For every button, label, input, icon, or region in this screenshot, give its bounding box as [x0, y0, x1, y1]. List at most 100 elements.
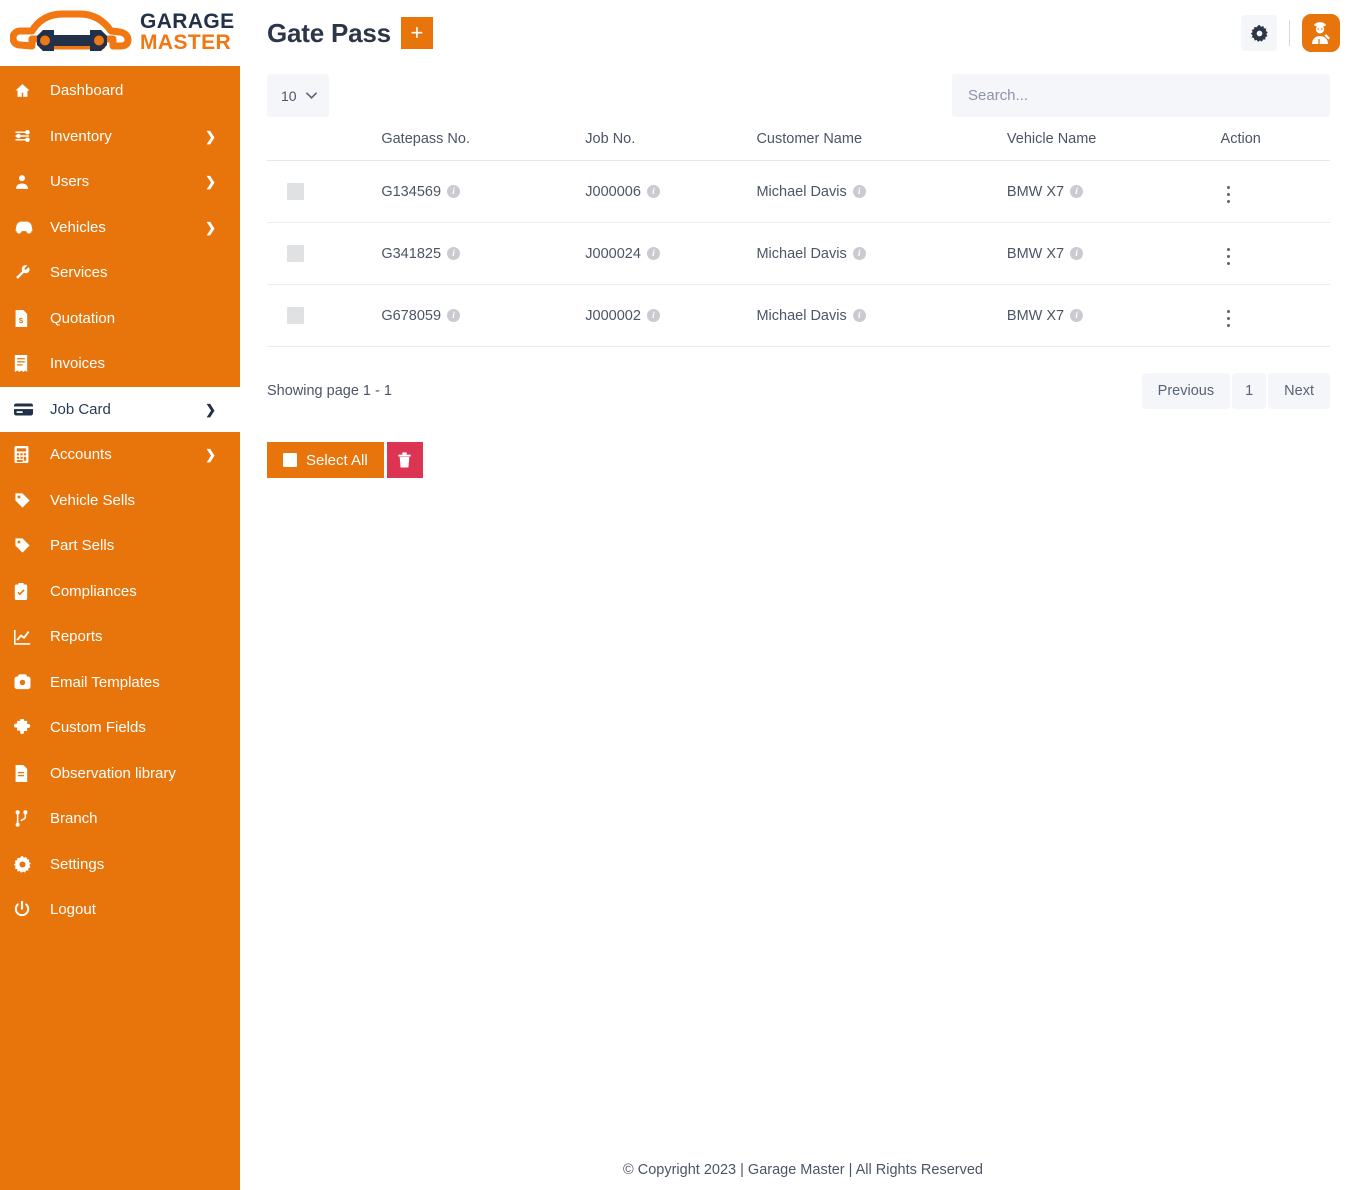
file-dollar-icon: $	[14, 309, 42, 327]
info-icon[interactable]: i	[646, 185, 660, 198]
vehicle-name-value: BMW X7	[1006, 245, 1065, 262]
sidebar-item-reports[interactable]: Reports	[0, 614, 240, 660]
chevron-right-icon: ❯	[205, 128, 216, 144]
row-checkbox[interactable]	[287, 183, 304, 200]
pagination-page-1-button[interactable]: 1	[1232, 373, 1267, 409]
row-action-menu-button[interactable]	[1221, 245, 1237, 269]
info-icon[interactable]: i	[447, 309, 461, 322]
cell-action	[1220, 284, 1330, 347]
chevron-right-icon: ❯	[205, 401, 216, 417]
select-all-button[interactable]: Select All	[267, 442, 384, 478]
sidebar-item-services[interactable]: Services	[0, 250, 240, 296]
table-controls: 10	[267, 66, 1330, 117]
info-icon[interactable]: i	[646, 247, 660, 260]
sidebar-item-custom-fields[interactable]: Custom Fields	[0, 705, 240, 751]
page-length-wrapper: 10	[267, 74, 329, 117]
sidebar-item-branch[interactable]: Branch	[0, 796, 240, 842]
sidebar-item-label: Email Templates	[50, 673, 160, 691]
info-icon[interactable]: i	[646, 309, 660, 322]
mechanic-avatar-icon	[1312, 22, 1330, 44]
vehicle-name-value: BMW X7	[1006, 183, 1065, 200]
sidebar-item-accounts[interactable]: Accounts ❯	[0, 432, 240, 478]
table-body: G134569 i J000006 i Michael Davis i BMW X7 i	[267, 160, 1330, 347]
chevron-right-icon: ❯	[205, 219, 216, 235]
car-wrench-logo-icon	[10, 10, 132, 51]
topbar: Gate Pass +	[240, 0, 1366, 66]
row-checkbox[interactable]	[287, 245, 304, 262]
sidebar-item-users[interactable]: Users ❯	[0, 159, 240, 205]
add-gate-pass-button[interactable]: +	[400, 17, 433, 49]
sidebar-item-vehicles[interactable]: Vehicles ❯	[0, 205, 240, 251]
cell-vehicle-name: BMW X7 i	[1006, 160, 1221, 223]
sitemap-icon	[14, 810, 42, 827]
cell-gatepass-no: G134569 i	[381, 160, 586, 223]
table-row: G678059 i J000002 i Michael Davis i BMW X7 i	[267, 284, 1330, 347]
cell-job-no: J000002 i	[585, 284, 757, 347]
pagination-next-button[interactable]: Next	[1268, 373, 1330, 409]
user-avatar-button[interactable]	[1302, 14, 1340, 52]
sidebar-item-observation-library[interactable]: Observation library	[0, 751, 240, 797]
brand-name: GARAGE MASTER	[140, 10, 235, 56]
sidebar-item-label: Custom Fields	[50, 719, 146, 737]
info-icon[interactable]: i	[1070, 247, 1084, 260]
row-action-menu-button[interactable]	[1221, 307, 1237, 331]
sidebar-item-email-templates[interactable]: Email Templates	[0, 660, 240, 706]
gatepass-no-value: G341825	[381, 245, 442, 262]
sidebar-item-label: Branch	[50, 810, 98, 828]
delete-selected-button[interactable]	[386, 442, 423, 478]
sidebar-item-compliances[interactable]: Compliances	[0, 569, 240, 615]
sidebar-item-label: Accounts	[50, 446, 112, 464]
sidebar: GARAGE MASTER Dashboard Inventory ❯ User…	[0, 0, 240, 1190]
info-icon[interactable]: i	[852, 309, 866, 322]
brand-header[interactable]: GARAGE MASTER	[0, 0, 240, 66]
info-icon[interactable]: i	[1070, 309, 1084, 322]
cell-gatepass-no: G341825 i	[381, 222, 586, 285]
info-icon[interactable]: i	[852, 185, 866, 198]
main-area: Gate Pass + 10 Search... Gatepass No. Jo…	[240, 0, 1366, 1190]
sidebar-item-settings[interactable]: Settings	[0, 842, 240, 888]
info-icon[interactable]: i	[447, 185, 461, 198]
job-no-value: J000002	[585, 307, 641, 324]
page-length-select[interactable]: 10	[267, 74, 329, 117]
gate-pass-table: Gatepass No. Job No. Customer Name Vehic…	[267, 131, 1330, 347]
page-title: Gate Pass	[267, 17, 391, 48]
chart-line-icon	[14, 629, 42, 645]
sidebar-item-logout[interactable]: Logout	[0, 887, 240, 933]
sidebar-item-inventory[interactable]: Inventory ❯	[0, 114, 240, 160]
table-head: Gatepass No. Job No. Customer Name Vehic…	[267, 131, 1330, 161]
row-action-menu-button[interactable]	[1221, 183, 1237, 207]
info-icon[interactable]: i	[1070, 185, 1084, 198]
tag-icon	[14, 492, 42, 509]
user-icon	[14, 173, 42, 190]
row-checkbox[interactable]	[287, 307, 304, 324]
th-job-no: Job No.	[585, 131, 757, 161]
document-icon	[14, 764, 42, 782]
cell-customer-name: Michael Davis i	[756, 160, 1007, 223]
pagination-previous-button[interactable]: Previous	[1141, 373, 1231, 409]
topbar-actions	[1241, 14, 1340, 52]
gatepass-no-value: G678059	[381, 307, 442, 324]
select-all-label: Select All	[306, 451, 368, 469]
info-icon[interactable]: i	[447, 247, 461, 260]
sidebar-item-vehicle-sells[interactable]: Vehicle Sells	[0, 478, 240, 524]
sidebar-item-invoices[interactable]: Invoices	[0, 341, 240, 387]
sidebar-item-dashboard[interactable]: Dashboard	[0, 68, 240, 114]
sidebar-item-part-sells[interactable]: Part Sells	[0, 523, 240, 569]
sidebar-item-label: Vehicles	[50, 218, 106, 236]
cell-action	[1220, 222, 1330, 285]
sidebar-item-job-card[interactable]: Job Card ❯	[0, 386, 240, 432]
sidebar-item-quotation[interactable]: $ Quotation	[0, 296, 240, 342]
tag-icon	[14, 537, 42, 554]
sidebar-item-label: Users	[50, 173, 90, 191]
sidebar-item-label: Quotation	[50, 309, 116, 327]
cell-customer-name: Michael Davis i	[756, 222, 1007, 285]
home-icon	[14, 82, 42, 99]
sidebar-item-label: Vehicle Sells	[50, 491, 136, 509]
customer-name-value: Michael Davis	[756, 307, 847, 324]
search-input[interactable]	[952, 74, 1330, 117]
info-icon[interactable]: i	[852, 247, 866, 260]
customer-name-value: Michael Davis	[756, 183, 847, 200]
showing-page-text: Showing page 1 - 1	[267, 383, 392, 399]
settings-button[interactable]	[1241, 15, 1277, 51]
pagination-row: Showing page 1 - 1 Previous 1 Next	[267, 347, 1330, 409]
